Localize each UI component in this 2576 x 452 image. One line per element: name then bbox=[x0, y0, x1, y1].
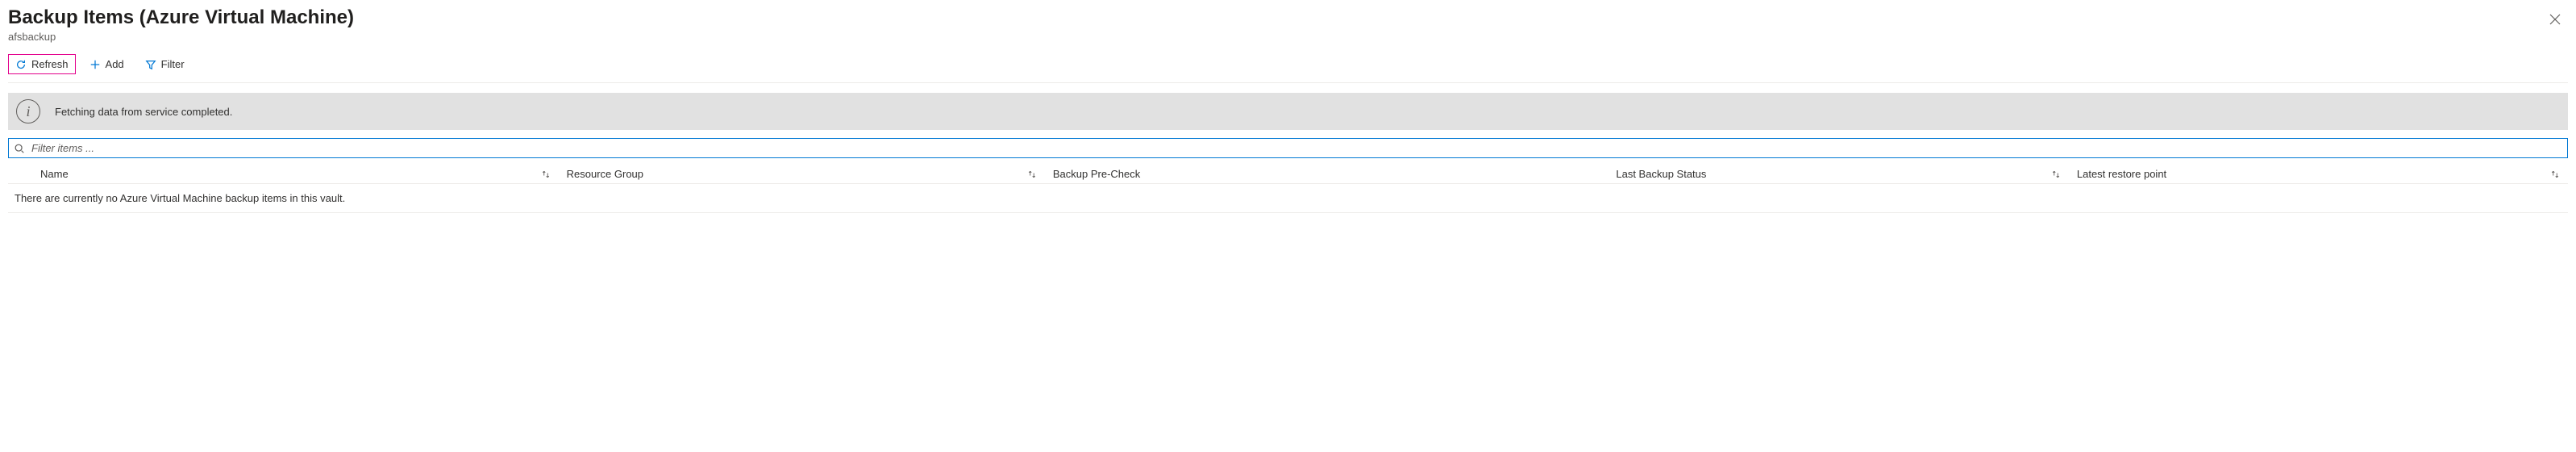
sort-icon bbox=[2550, 170, 2560, 179]
command-bar: Refresh Add Filter bbox=[8, 54, 2568, 83]
search-icon bbox=[14, 143, 25, 154]
filter-label: Filter bbox=[161, 58, 185, 70]
info-banner-text: Fetching data from service completed. bbox=[55, 106, 232, 118]
filter-row[interactable] bbox=[8, 138, 2568, 158]
page-subtitle: afsbackup bbox=[8, 31, 367, 43]
column-name-label: Name bbox=[40, 168, 69, 180]
refresh-label: Refresh bbox=[31, 58, 69, 70]
column-last-label: Last Backup Status bbox=[1616, 168, 1706, 180]
filter-icon bbox=[145, 59, 156, 70]
refresh-icon bbox=[15, 59, 27, 70]
filter-input[interactable] bbox=[30, 141, 2562, 155]
sort-icon bbox=[1027, 170, 1037, 179]
column-header-resource-group[interactable]: Resource Group bbox=[559, 168, 1045, 180]
column-rg-label: Resource Group bbox=[567, 168, 643, 180]
info-banner: i Fetching data from service completed. bbox=[8, 93, 2568, 130]
column-header-pre-check[interactable]: Backup Pre-Check bbox=[1045, 168, 1608, 180]
refresh-button[interactable]: Refresh bbox=[8, 54, 76, 74]
column-header-last-status[interactable]: Last Backup Status bbox=[1608, 168, 2069, 180]
sort-icon bbox=[541, 170, 551, 179]
close-button[interactable] bbox=[2542, 6, 2568, 32]
sort-icon bbox=[2051, 170, 2061, 179]
column-header-name[interactable]: Name bbox=[8, 168, 559, 180]
table-header: Name Resource Group Backup Pre-Check Las… bbox=[8, 165, 2568, 184]
add-label: Add bbox=[106, 58, 124, 70]
filter-button[interactable]: Filter bbox=[138, 54, 192, 74]
plus-icon bbox=[89, 59, 101, 70]
column-restore-label: Latest restore point bbox=[2077, 168, 2166, 180]
empty-state-message: There are currently no Azure Virtual Mac… bbox=[8, 184, 2568, 213]
info-icon: i bbox=[16, 99, 40, 123]
add-button[interactable]: Add bbox=[82, 54, 131, 74]
column-pre-label: Backup Pre-Check bbox=[1053, 168, 1140, 180]
column-header-restore-point[interactable]: Latest restore point bbox=[2069, 168, 2568, 180]
page-title: Backup Items (Azure Virtual Machine) bbox=[8, 6, 354, 29]
